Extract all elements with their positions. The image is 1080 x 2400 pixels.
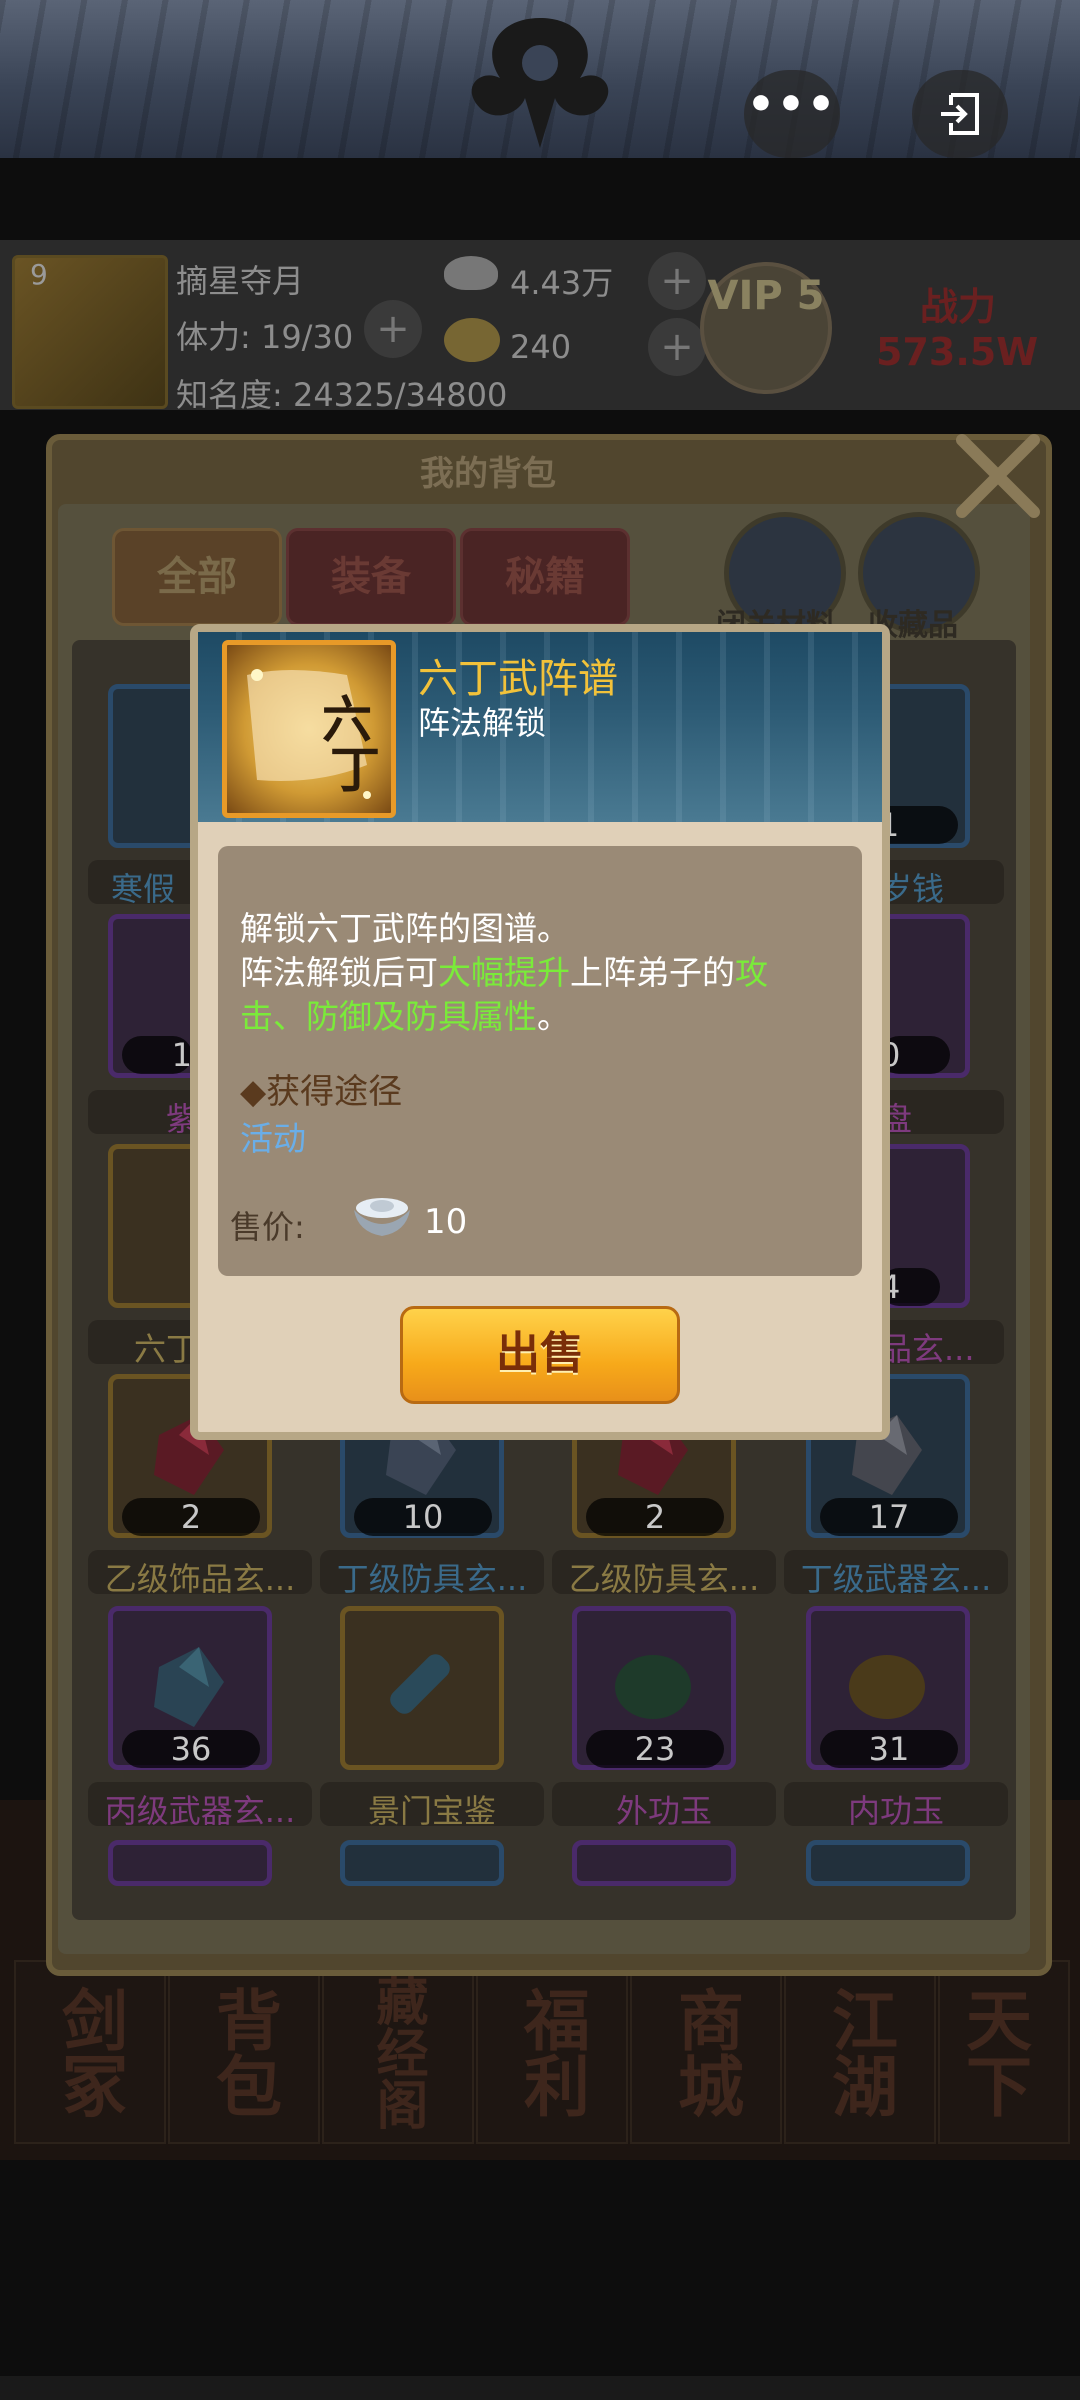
item-count: 23 xyxy=(586,1730,724,1768)
player-level: 9 xyxy=(30,258,48,291)
sell-button[interactable]: 出售 xyxy=(400,1306,680,1404)
nav-scripture-hall[interactable]: 藏经阁 xyxy=(322,1960,474,2144)
item-slot[interactable] xyxy=(340,1840,504,1886)
item-title: 六丁武阵谱 xyxy=(418,656,618,702)
description-line: 阵法解锁后可大幅提升上阵弟子的攻 xyxy=(240,953,768,992)
nav-jianghu[interactable]: 江湖 xyxy=(784,1960,936,2144)
close-icon[interactable] xyxy=(950,428,1046,524)
gold-icon xyxy=(444,318,500,362)
jade-icon xyxy=(849,1655,925,1719)
bag-title: 我的背包 xyxy=(420,454,556,494)
player-stamina: 体力: 19/30 xyxy=(176,318,354,356)
highlight-text: 大幅提升 xyxy=(438,953,570,992)
exit-icon xyxy=(941,93,979,135)
item-name: 岁钱 xyxy=(880,870,945,908)
price-value: 10 xyxy=(424,1202,468,1242)
description-line: 解锁六丁武阵的图谱。 xyxy=(240,909,570,948)
silver-ingot-icon xyxy=(354,1198,410,1236)
item-count: 0 xyxy=(880,1036,950,1074)
add-gold-button[interactable]: + xyxy=(648,318,706,376)
item-slot[interactable] xyxy=(340,1606,504,1770)
item-name: 景门宝鉴 xyxy=(367,1792,496,1830)
item-count: 2 xyxy=(122,1498,260,1536)
add-silver-button[interactable]: + xyxy=(648,252,706,310)
more-button[interactable]: ••• xyxy=(744,70,840,158)
item-count: 36 xyxy=(122,1730,260,1768)
jade-icon xyxy=(615,1655,691,1719)
silver-icon xyxy=(444,256,498,290)
gem-icon xyxy=(154,1647,224,1727)
item-subtitle: 阵法解锁 xyxy=(418,704,547,742)
item-slot[interactable] xyxy=(572,1840,736,1886)
nav-bag[interactable]: 背包 xyxy=(168,1960,320,2144)
item-name: 乙级防具玄... xyxy=(568,1560,760,1598)
power-label: 战力 xyxy=(920,285,997,329)
vip-badge[interactable]: VIP 5 xyxy=(700,262,832,394)
tab-secret-books[interactable]: 秘籍 xyxy=(460,528,630,626)
gold-amount: 240 xyxy=(510,328,572,366)
item-name: 乙级饰品玄... xyxy=(104,1560,296,1598)
nav-welfare[interactable]: 福利 xyxy=(476,1960,628,2144)
item-name: 外功玉 xyxy=(615,1792,712,1830)
item-name: 寒假 xyxy=(110,870,175,908)
silver-amount: 4.43万 xyxy=(510,264,614,302)
price-label: 售价: xyxy=(230,1208,305,1246)
item-count: 31 xyxy=(820,1730,958,1768)
highlight-text: 攻 xyxy=(735,953,768,992)
item-count: 1 xyxy=(122,1036,192,1074)
add-stamina-button[interactable]: + xyxy=(364,300,422,358)
source-link[interactable]: 活动 xyxy=(240,1112,306,1160)
nav-world[interactable]: 天下 xyxy=(938,1960,1070,2144)
nav-sword-tomb[interactable]: 剑冢 xyxy=(14,1960,166,2144)
more-dots-icon: ••• xyxy=(746,79,838,130)
item-name: 紫 xyxy=(165,1100,198,1138)
item-icon-glyph: 丁 xyxy=(330,741,380,799)
source-heading: ◆获得途径 xyxy=(240,1072,403,1112)
power-value: 573.5W xyxy=(876,330,1039,374)
scroll-icon xyxy=(390,1654,450,1714)
item-count: 2 xyxy=(586,1498,724,1536)
description-line: 击、防御及防具属性。 xyxy=(240,997,570,1036)
item-name: 内功玉 xyxy=(847,1792,944,1830)
item-count: 17 xyxy=(820,1498,958,1536)
item-name: 盘 xyxy=(880,1100,913,1138)
tab-all[interactable]: 全部 xyxy=(112,528,282,626)
nav-shop[interactable]: 商城 xyxy=(630,1960,782,2144)
item-name: 丙级武器玄... xyxy=(104,1792,296,1830)
bottom-edge xyxy=(0,2376,1080,2400)
item-name: 丁级防具玄... xyxy=(336,1560,528,1598)
player-name: 摘星夺月 xyxy=(176,262,305,300)
item-count: 10 xyxy=(354,1498,492,1536)
item-slot[interactable] xyxy=(806,1840,970,1886)
tab-equipment[interactable]: 装备 xyxy=(286,528,456,626)
item-slot[interactable] xyxy=(108,1840,272,1886)
exit-button[interactable] xyxy=(912,70,1008,158)
item-name: 品玄... xyxy=(880,1330,975,1368)
highlight-text: 击、防御及防具属性 xyxy=(240,997,537,1036)
roof-ornament-icon xyxy=(471,18,609,148)
player-fame: 知名度: 24325/34800 xyxy=(176,376,508,414)
item-name: 丁级武器玄... xyxy=(800,1560,992,1598)
item-name: 六丁 xyxy=(133,1330,198,1368)
